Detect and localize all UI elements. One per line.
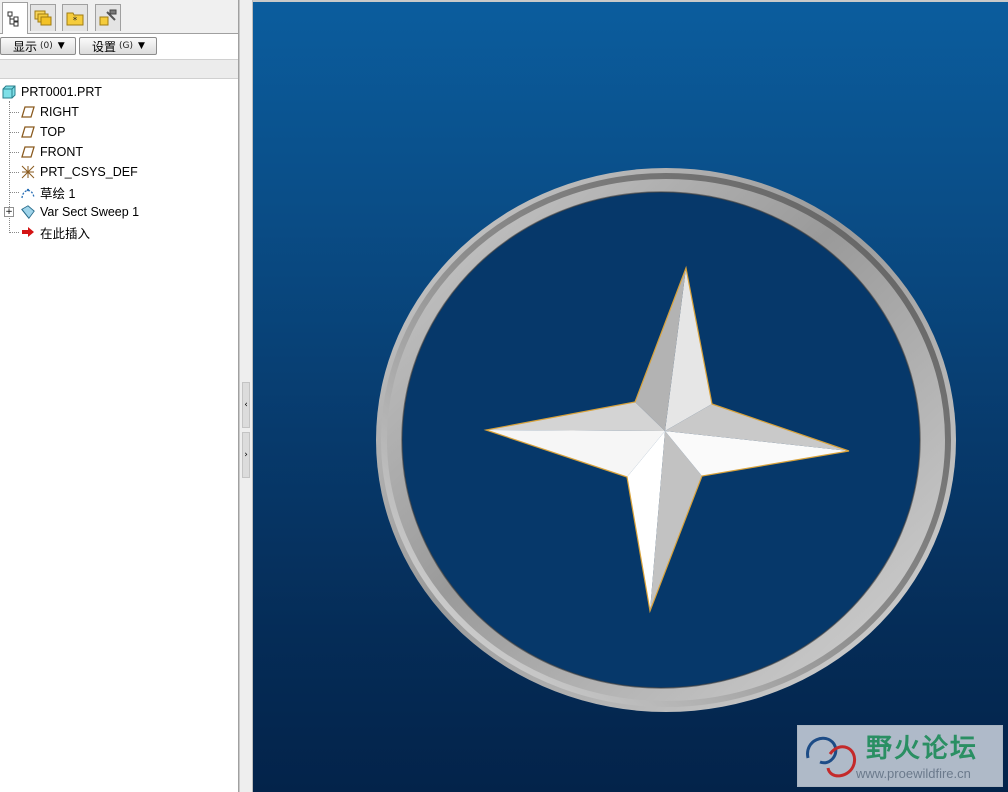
navigator-panel: * 显示 (0) ▼ 设置 (G) ▼ + PRT0001.PRT RIGHT …: [0, 0, 239, 792]
tree-node-label: PRT_CSYS_DEF: [40, 165, 138, 179]
chevron-left-icon: ‹: [244, 400, 248, 410]
show-dropdown-button[interactable]: 显示 (0) ▼: [0, 37, 76, 55]
tree-node-label: TOP: [40, 125, 66, 139]
sketch-icon: [20, 184, 36, 200]
tab-favorites[interactable]: *: [62, 4, 88, 31]
collapse-panel-handle[interactable]: ‹: [242, 382, 250, 428]
tree-connector: [10, 152, 19, 153]
datum-plane-icon: [20, 124, 36, 140]
tree-connector: [10, 192, 19, 193]
tree-node-label: 在此插入: [40, 226, 91, 241]
tree-item-csys[interactable]: PRT_CSYS_DEF: [20, 162, 138, 182]
datum-plane-icon: [20, 104, 36, 120]
folders-icon: [34, 10, 52, 26]
tree-node-label: RIGHT: [40, 105, 79, 119]
show-hotkey: (0): [40, 41, 53, 51]
expand-panel-handle[interactable]: ›: [242, 432, 250, 478]
tree-item-var-sect-sweep[interactable]: Var Sect Sweep 1: [20, 202, 139, 222]
tree-connector: [10, 232, 19, 233]
watermark-url: www.proewildfire.cn: [856, 766, 971, 781]
dropdown-arrow-icon: ▼: [57, 41, 65, 51]
settings-label: 设置: [92, 39, 117, 54]
watermark-title: 野火论坛: [866, 734, 979, 764]
tree-node-label: 草绘 1: [40, 186, 76, 201]
sweep-feature-icon: [20, 204, 36, 220]
svg-text:*: *: [73, 16, 78, 26]
tree-connector: [10, 112, 19, 113]
settings-dropdown-button[interactable]: 设置 (G) ▼: [79, 37, 157, 55]
tree-item-sketch[interactable]: 草绘 1: [20, 182, 75, 202]
tab-model-tree[interactable]: [2, 2, 28, 34]
expand-toggle[interactable]: +: [4, 207, 14, 217]
model-tree-icon: [7, 11, 19, 26]
panel-splitter[interactable]: ‹ ›: [239, 0, 253, 792]
tree-toolbar: 显示 (0) ▼ 设置 (G) ▼: [0, 36, 238, 56]
watermark-logo-icon: [806, 736, 857, 778]
settings-hotkey: (G): [119, 41, 134, 51]
dropdown-arrow-icon: ▼: [138, 41, 145, 51]
tree-root-part[interactable]: PRT0001.PRT: [1, 82, 102, 102]
tree-header-strip: [0, 59, 238, 79]
navigator-tab-bar: *: [0, 0, 238, 34]
model-render[interactable]: [253, 0, 1008, 792]
tree-node-label: Var Sect Sweep 1: [40, 205, 140, 219]
favorites-folder-icon: *: [66, 12, 84, 26]
chevron-right-icon: ›: [244, 450, 248, 460]
tree-connector: [10, 172, 19, 173]
forum-watermark: 野火论坛 www.proewildfire.cn: [797, 725, 1003, 787]
tab-folder-browser[interactable]: [30, 4, 56, 31]
tree-node-label: PRT0001.PRT: [21, 85, 102, 99]
part-icon: [1, 84, 17, 100]
tab-connections[interactable]: [95, 4, 121, 31]
tree-node-label: FRONT: [40, 145, 84, 159]
coordinate-system-icon: [20, 164, 36, 180]
connections-tools-icon: [99, 9, 117, 26]
tree-connector: [10, 132, 19, 133]
tree-item-right-plane[interactable]: RIGHT: [20, 102, 79, 122]
insert-here-arrow-icon: [20, 224, 36, 240]
datum-plane-icon: [20, 144, 36, 160]
tree-item-insert-here[interactable]: 在此插入: [20, 222, 90, 242]
tree-item-front-plane[interactable]: FRONT: [20, 142, 83, 162]
tree-item-top-plane[interactable]: TOP: [20, 122, 65, 142]
show-label: 显示: [13, 39, 38, 54]
